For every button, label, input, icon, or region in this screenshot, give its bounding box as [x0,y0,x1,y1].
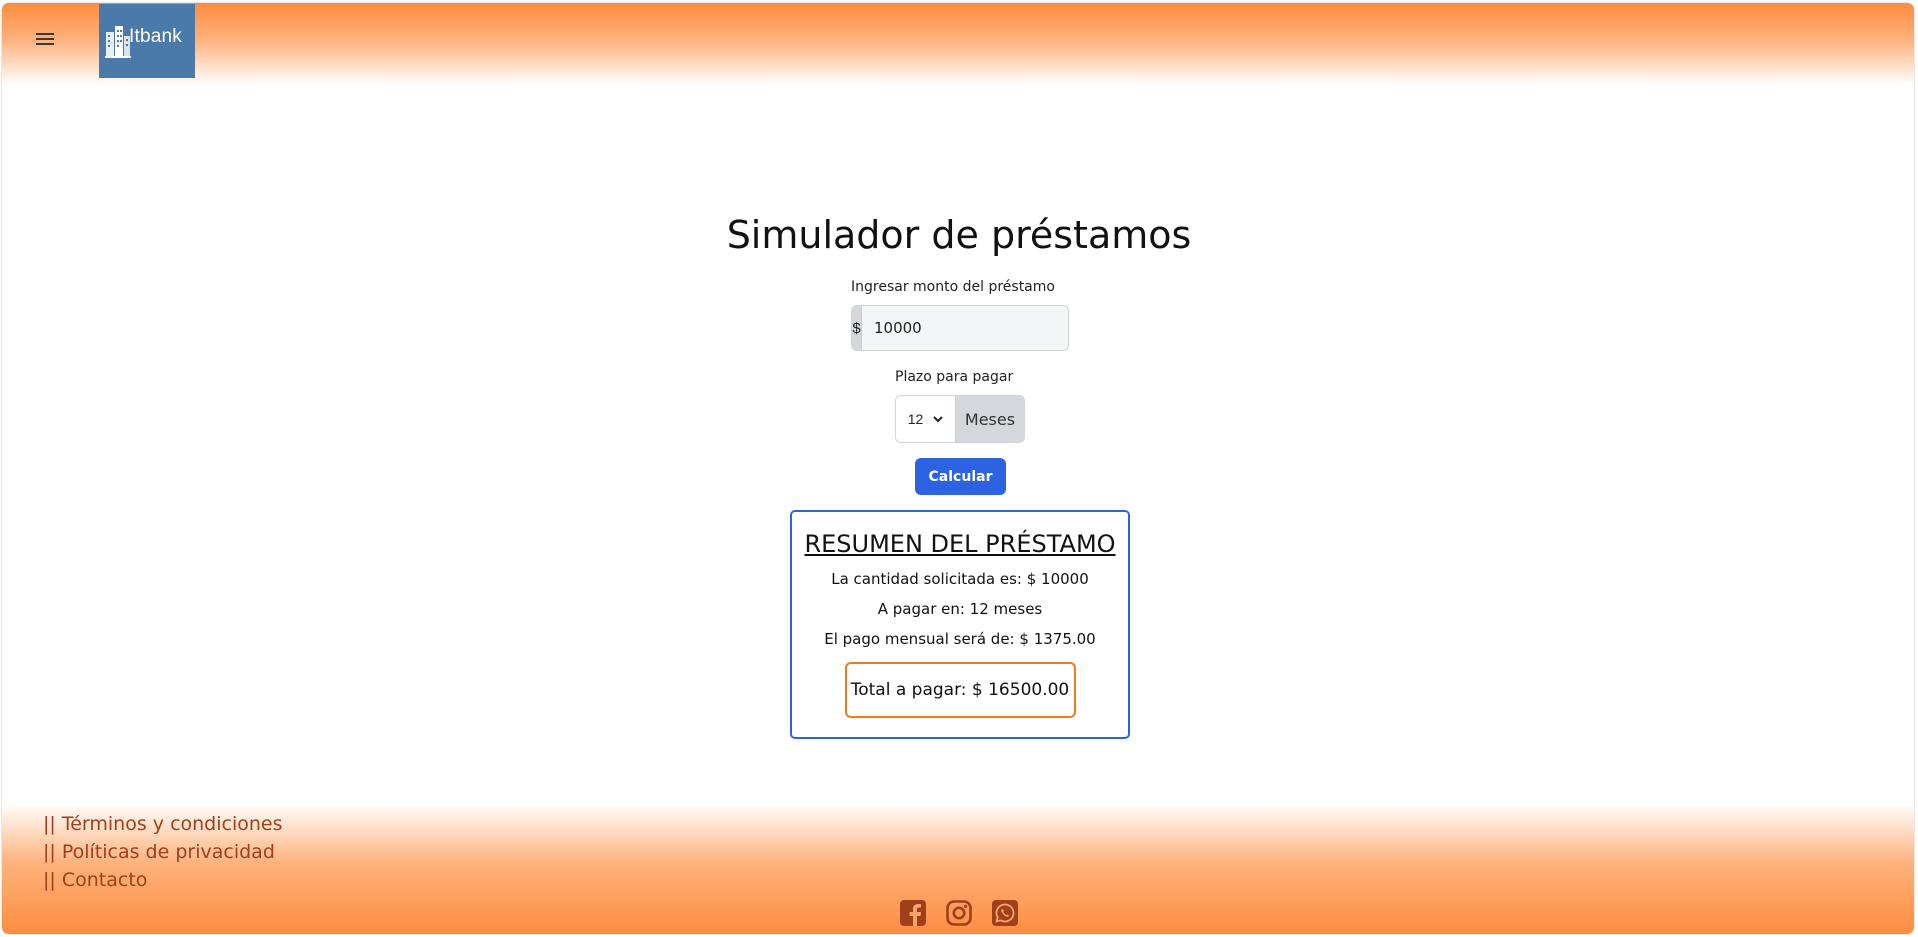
amount-input[interactable] [862,306,1068,350]
requested-amount-text: La cantidad solicitada es: $ 10000 [831,570,1089,588]
whatsapp-icon[interactable] [992,900,1018,926]
summary-title: RESUMEN DEL PRÉSTAMO [804,530,1116,558]
instagram-icon[interactable] [946,900,972,926]
facebook-icon[interactable] [900,900,926,926]
monthly-payment-text: El pago mensual será de: $ 1375.00 [824,630,1096,648]
total-payment-text: Total a pagar: $ 16500.00 [850,680,1070,700]
amount-label: Ingresar monto del préstamo [851,279,1055,295]
buildings-icon [105,26,131,58]
footer: || Términos y condiciones || Políticas d… [2,803,1914,934]
privacy-link[interactable]: || Políticas de privacidad [43,838,283,866]
total-payment-box: Total a pagar: $ 16500.00 [844,662,1076,718]
hamburger-icon[interactable] [36,31,58,49]
logo[interactable]: Itbank [99,4,195,78]
calculate-button[interactable]: Calcular [915,458,1006,495]
loan-summary-card: RESUMEN DEL PRÉSTAMO La cantidad solicit… [790,510,1130,739]
term-select[interactable]: 12 [896,396,956,442]
chevron-down-icon [933,415,943,422]
header: Itbank [2,3,1914,85]
page-frame: Itbank Simulador de préstamos Ingresar m… [1,2,1915,935]
amount-input-group: $ [851,305,1069,351]
term-input-group: 12 Meses [895,395,1025,443]
logo-text: Itbank [129,26,182,47]
term-text: A pagar en: 12 meses [877,600,1043,618]
page-title: Simulador de préstamos [726,213,1192,257]
term-suffix: Meses [956,396,1024,442]
footer-links: || Términos y condiciones || Políticas d… [43,810,283,894]
term-selected-value: 12 [907,411,924,427]
social-icons [900,900,1018,926]
currency-prefix: $ [852,306,862,350]
terms-link[interactable]: || Términos y condiciones [43,810,283,838]
contact-link[interactable]: || Contacto [43,866,283,894]
term-label: Plazo para pagar [895,369,1014,385]
